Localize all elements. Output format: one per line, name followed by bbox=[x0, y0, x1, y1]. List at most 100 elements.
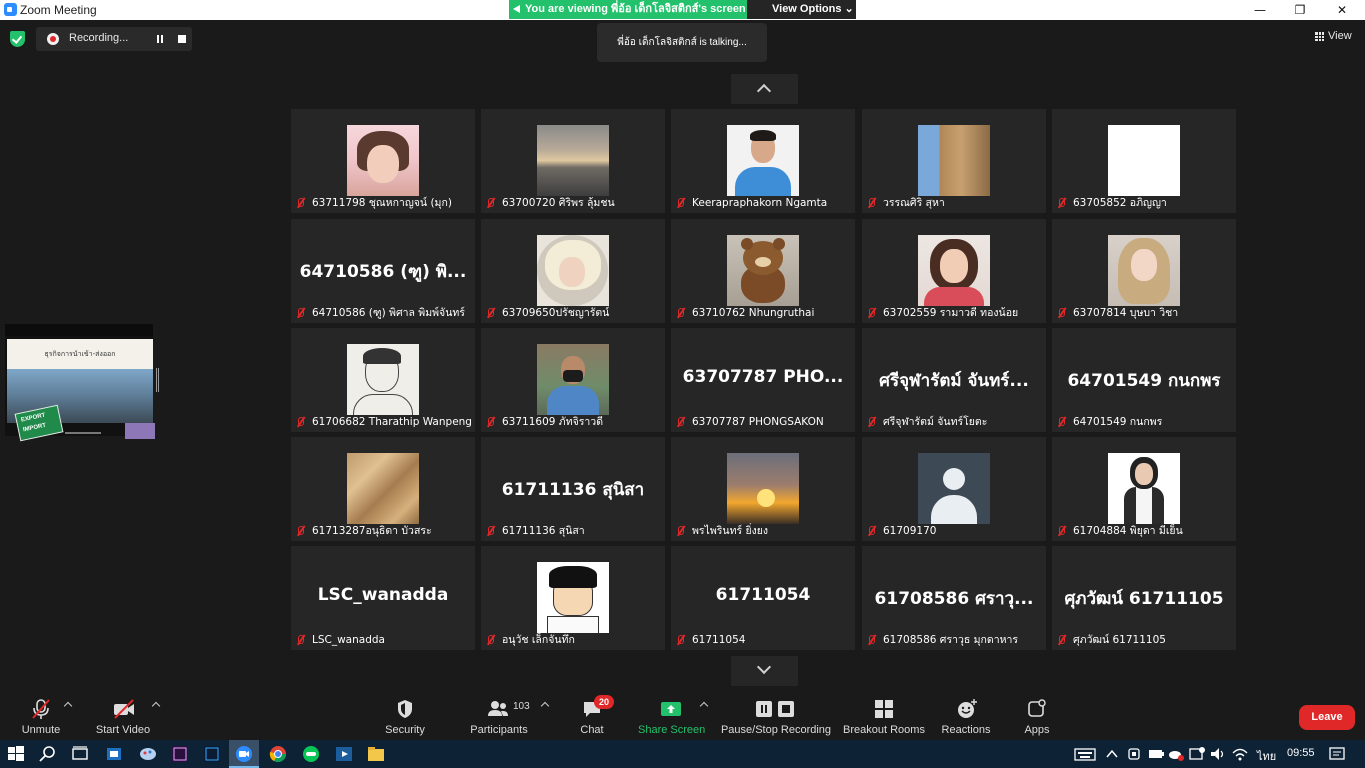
participant-tile[interactable]: 61706682 Tharathip Wanpeng bbox=[291, 328, 475, 432]
participants-options-caret-icon[interactable] bbox=[540, 701, 550, 711]
unmute-button[interactable]: Unmute bbox=[15, 688, 67, 740]
participant-tile[interactable]: 61711136 สุนิสา 61711136 สุนิสา bbox=[481, 437, 665, 541]
close-button[interactable]: ✕ bbox=[1327, 1, 1357, 19]
pause-stop-recording-button[interactable]: Pause/Stop Recording bbox=[720, 688, 832, 740]
taskbar-app-outlook-icon[interactable] bbox=[104, 744, 124, 764]
participant-name: 61706682 Tharathip Wanpeng bbox=[312, 416, 472, 428]
taskbar-app-file-explorer-icon[interactable] bbox=[366, 744, 386, 764]
page-up-button[interactable] bbox=[731, 74, 798, 104]
participant-name: 61704884 พิยุดา มีเย็น bbox=[1073, 525, 1183, 537]
participant-nameplate: 63711798 ชุณหกาญจน์ (มุก) bbox=[293, 195, 458, 211]
participant-tile[interactable]: 63709650ปรัชญารัตน์ bbox=[481, 219, 665, 323]
participant-tile[interactable]: 63711798 ชุณหกาญจน์ (มุก) bbox=[291, 109, 475, 213]
keyboard-icon[interactable] bbox=[1074, 744, 1096, 764]
taskbar-app-paint-icon[interactable] bbox=[138, 744, 158, 764]
stop-recording-button[interactable] bbox=[173, 30, 191, 48]
participant-tile[interactable]: LSC_wanadda LSC_wanadda bbox=[291, 546, 475, 650]
participant-name: พรไพรินทร์ ยิ่งยง bbox=[692, 525, 769, 537]
reactions-label: Reactions bbox=[941, 724, 991, 736]
participant-tile[interactable]: 61708586 ศราวุ... 61708586 ศราวุธ มุกดาหา… bbox=[862, 546, 1046, 650]
thumbnail-resize-handle[interactable] bbox=[156, 368, 159, 392]
participant-display-name: ศุภวัฒน์ 61711105 bbox=[1064, 589, 1224, 609]
view-button[interactable]: View bbox=[1309, 26, 1359, 46]
pause-recording-button[interactable] bbox=[151, 30, 169, 48]
input-language[interactable]: ไทย bbox=[1257, 747, 1276, 765]
page-down-button[interactable] bbox=[731, 656, 798, 686]
volume-icon[interactable] bbox=[1208, 744, 1228, 764]
wifi-icon[interactable] bbox=[1230, 744, 1250, 764]
mic-muted-icon bbox=[1059, 198, 1065, 207]
participant-tile[interactable]: ศุภวัฒน์ 61711105 ศุภวัฒน์ 61711105 bbox=[1052, 546, 1236, 650]
participant-display-name: ศรีจุฬารัตม์ จันทร์... bbox=[879, 371, 1029, 391]
reactions-button[interactable]: Reactions bbox=[938, 688, 994, 740]
taskbar-app-chrome-icon[interactable] bbox=[268, 744, 288, 764]
task-view-icon[interactable] bbox=[70, 744, 90, 764]
chevron-up-icon bbox=[756, 83, 772, 99]
encryption-shield-icon[interactable] bbox=[10, 31, 25, 47]
participant-name: 61711054 bbox=[692, 634, 746, 646]
taskbar-app-line-icon[interactable] bbox=[301, 744, 321, 764]
participant-name: ศุภวัฒน์ 61711105 bbox=[1073, 634, 1166, 646]
taskbar-app-photoshop-icon[interactable] bbox=[202, 744, 222, 764]
start-video-button[interactable]: Start Video bbox=[93, 688, 153, 740]
system-clock[interactable]: 09:55 bbox=[1287, 747, 1315, 759]
participant-name: 63711798 ชุณหกาญจน์ (มุก) bbox=[312, 197, 452, 209]
participant-tile[interactable]: 63702559 รามาวดี ทองน้อย bbox=[862, 219, 1046, 323]
participant-tile[interactable]: 64701549 กนกพร 64701549 กนกพร bbox=[1052, 328, 1236, 432]
shared-screen-thumbnail[interactable]: ธุรกิจการนำเข้า-ส่งออก EXPORT IMPORT bbox=[5, 324, 155, 442]
participant-tile[interactable]: 61713287อนุธิดา บัวสระ bbox=[291, 437, 475, 541]
security-button[interactable]: Security bbox=[380, 688, 430, 740]
taskbar-app-media-player-icon[interactable] bbox=[334, 744, 354, 764]
participant-video bbox=[1108, 453, 1180, 524]
viewing-screen-banner: You are viewing พี่อ้อ เด็กโลจิสติกส์'s … bbox=[509, 0, 747, 19]
participant-tile[interactable]: อนุวัช เล็กจันทึก bbox=[481, 546, 665, 650]
participant-name: 61708586 ศราวุธ มุกดาหาร bbox=[883, 634, 1019, 646]
tray-app-icon[interactable] bbox=[1124, 744, 1144, 764]
participant-tile[interactable]: 63707787 PHO... 63707787 PHONGSAKON bbox=[671, 328, 855, 432]
taskbar-active-zoom[interactable] bbox=[229, 740, 259, 768]
participant-name: 63707787 PHONGSAKON bbox=[692, 416, 824, 428]
share-screen-button[interactable]: Share Screen bbox=[638, 688, 705, 740]
search-icon[interactable] bbox=[38, 744, 58, 764]
participants-button[interactable]: 103 Participants bbox=[466, 688, 532, 740]
participant-nameplate: 61713287อนุธิดา บัวสระ bbox=[293, 523, 438, 539]
chat-button[interactable]: 20 Chat bbox=[572, 688, 614, 740]
participant-tile[interactable]: 61704884 พิยุดา มีเย็น bbox=[1052, 437, 1236, 541]
apps-button[interactable]: Apps bbox=[1018, 688, 1056, 740]
speaker-icon bbox=[513, 5, 520, 13]
tray-chat-icon[interactable] bbox=[1187, 744, 1207, 764]
maximize-button[interactable]: ❐ bbox=[1285, 1, 1315, 19]
mic-muted-icon bbox=[488, 417, 494, 426]
video-options-caret-icon[interactable] bbox=[151, 701, 161, 711]
participant-tile[interactable]: 64710586 (ฑู) พิ... 64710586 (ฑู) พิศาล พ… bbox=[291, 219, 475, 323]
participant-tile[interactable]: 61709170 bbox=[862, 437, 1046, 541]
apps-icon bbox=[1028, 699, 1046, 717]
taskbar-app-zoom-icon bbox=[236, 746, 252, 762]
participant-nameplate: 61704884 พิยุดา มีเย็น bbox=[1054, 523, 1189, 539]
minimize-button[interactable]: — bbox=[1245, 1, 1275, 19]
participant-tile[interactable]: วรรณศิริ สุหา bbox=[862, 109, 1046, 213]
participant-tile[interactable]: 61711054 61711054 bbox=[671, 546, 855, 650]
participant-tile[interactable]: 63700720 ศิริพร ลุ้มชน bbox=[481, 109, 665, 213]
notifications-icon[interactable] bbox=[1327, 744, 1347, 764]
tray-expand-chevron-icon[interactable] bbox=[1102, 744, 1122, 764]
mic-muted-icon bbox=[869, 198, 875, 207]
participant-video bbox=[918, 125, 990, 196]
participant-tile[interactable]: 63711609 ภัทจิราวดี bbox=[481, 328, 665, 432]
participant-tile[interactable]: พรไพรินทร์ ยิ่งยง bbox=[671, 437, 855, 541]
cloud-sync-icon[interactable] bbox=[1166, 744, 1186, 764]
breakout-rooms-button[interactable]: Breakout Rooms bbox=[842, 688, 926, 740]
participant-tile[interactable]: 63707814 บุษบา วิชา bbox=[1052, 219, 1236, 323]
participant-tile[interactable]: 63710762 Nhungruthai bbox=[671, 219, 855, 323]
participant-video bbox=[727, 453, 799, 524]
battery-icon[interactable] bbox=[1146, 744, 1166, 764]
view-options-button[interactable]: View Options ⌄ bbox=[747, 0, 856, 19]
participant-tile[interactable]: 63705852 อภิญญา bbox=[1052, 109, 1236, 213]
thumbnail-scrollbar[interactable] bbox=[65, 432, 101, 434]
taskbar-app-premiere-icon[interactable] bbox=[170, 744, 190, 764]
participant-tile[interactable]: Keerapraphakorn Ngamta bbox=[671, 109, 855, 213]
mic-muted-icon bbox=[869, 308, 875, 317]
leave-button[interactable]: Leave bbox=[1299, 705, 1355, 730]
participant-tile[interactable]: ศรีจุฬารัตม์ จันทร์... ศรีจุฬารัตม์ จันทร… bbox=[862, 328, 1046, 432]
windows-start-icon[interactable] bbox=[6, 744, 26, 764]
